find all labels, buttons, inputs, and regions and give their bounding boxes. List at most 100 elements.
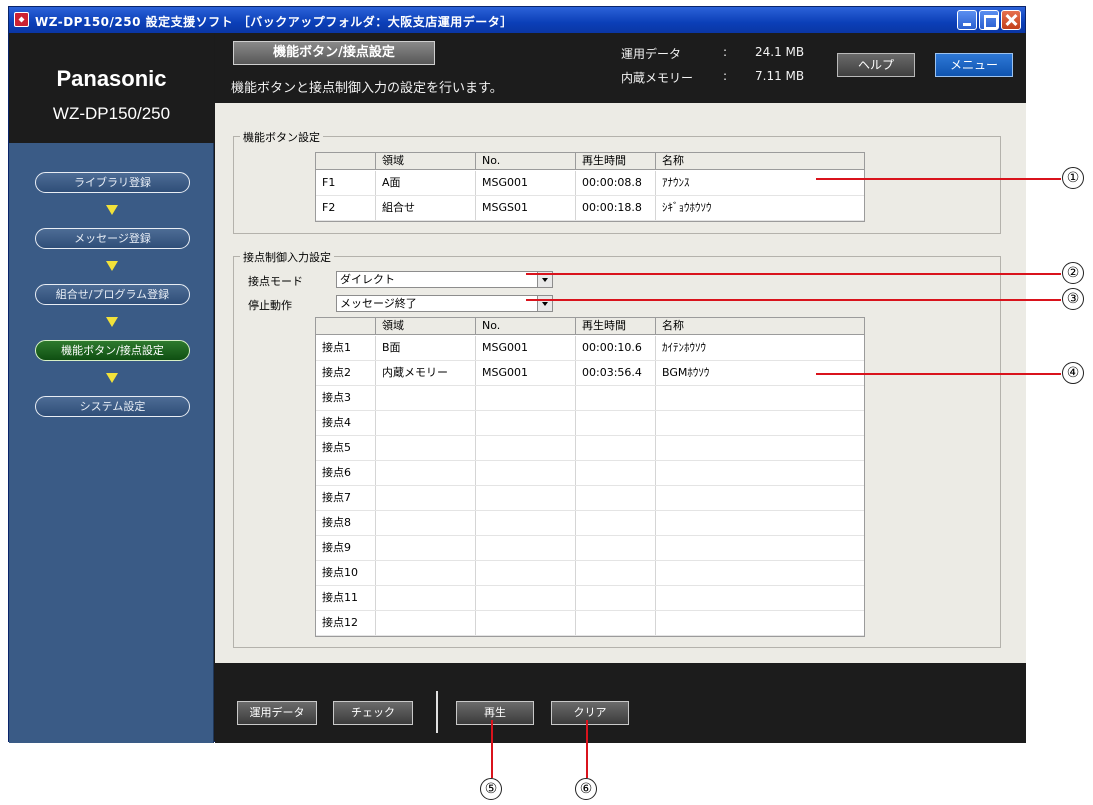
table-cell[interactable]: MSG001 — [476, 336, 576, 360]
close-button[interactable] — [1001, 10, 1021, 30]
table-cell[interactable] — [476, 511, 576, 535]
table-cell[interactable]: F1 — [316, 171, 376, 195]
table-cell[interactable]: 組合せ — [376, 196, 476, 220]
table-cell[interactable]: 接点10 — [316, 561, 376, 585]
table-cell[interactable] — [376, 486, 476, 510]
sidebar-item-program[interactable]: 組合せ/プログラム登録 — [35, 284, 190, 305]
table-cell[interactable]: 00:00:08.8 — [576, 171, 656, 195]
table-row[interactable]: F2 組合せ MSGS01 00:00:18.8 ｼｷﾞｮｳﾎｳｿｳ — [316, 196, 864, 221]
sidebar-item-library[interactable]: ライブラリ登録 — [35, 172, 190, 193]
stop-action-select[interactable]: メッセージ終了 — [336, 295, 553, 312]
table-cell[interactable] — [656, 461, 864, 485]
table-cell[interactable] — [476, 486, 576, 510]
table-cell[interactable]: 00:03:56.4 — [576, 361, 656, 385]
table-cell[interactable] — [376, 436, 476, 460]
play-button[interactable]: 再生 — [456, 701, 534, 725]
table-cell[interactable] — [376, 511, 476, 535]
table-cell[interactable] — [476, 386, 576, 410]
table-cell[interactable] — [476, 461, 576, 485]
table-cell[interactable]: 接点4 — [316, 411, 376, 435]
contact-mode-select[interactable]: ダイレクト — [336, 271, 553, 288]
table-cell[interactable] — [476, 411, 576, 435]
table-cell[interactable] — [576, 411, 656, 435]
table-cell[interactable] — [576, 586, 656, 610]
table-cell[interactable] — [576, 386, 656, 410]
table-cell[interactable] — [476, 536, 576, 560]
table-cell[interactable]: 接点5 — [316, 436, 376, 460]
table-cell[interactable] — [476, 436, 576, 460]
table-cell[interactable]: 接点9 — [316, 536, 376, 560]
sidebar-item-message[interactable]: メッセージ登録 — [35, 228, 190, 249]
table-cell[interactable] — [376, 561, 476, 585]
table-row[interactable]: 接点8 — [316, 511, 864, 536]
table-cell[interactable]: 接点11 — [316, 586, 376, 610]
table-cell[interactable] — [656, 436, 864, 460]
table-cell[interactable] — [656, 511, 864, 535]
table-cell[interactable] — [576, 536, 656, 560]
table-cell[interactable] — [576, 436, 656, 460]
table-row[interactable]: 接点4 — [316, 411, 864, 436]
table-cell[interactable] — [656, 536, 864, 560]
table-cell[interactable] — [376, 536, 476, 560]
check-button[interactable]: チェック — [333, 701, 413, 725]
table-row[interactable]: F1 A面 MSG001 00:00:08.8 ｱﾅｳﾝｽ — [316, 171, 864, 196]
menu-button[interactable]: メニュー — [935, 53, 1013, 77]
table-row[interactable]: 接点11 — [316, 586, 864, 611]
table-row[interactable]: 接点2 内蔵メモリー MSG001 00:03:56.4 BGMﾎｳｿｳ — [316, 361, 864, 386]
table-row[interactable]: 接点10 — [316, 561, 864, 586]
table-cell[interactable]: 内蔵メモリー — [376, 361, 476, 385]
table-cell[interactable] — [656, 561, 864, 585]
table-row[interactable]: 接点7 — [316, 486, 864, 511]
table-cell[interactable]: B面 — [376, 336, 476, 360]
table-cell[interactable]: ｱﾅｳﾝｽ — [656, 171, 864, 195]
table-cell[interactable]: 接点6 — [316, 461, 376, 485]
table-cell[interactable]: A面 — [376, 171, 476, 195]
table-cell[interactable]: 00:00:10.6 — [576, 336, 656, 360]
table-cell[interactable] — [376, 586, 476, 610]
table-cell[interactable] — [656, 411, 864, 435]
table-cell[interactable]: 接点1 — [316, 336, 376, 360]
table-cell[interactable] — [576, 486, 656, 510]
table-cell[interactable]: 接点2 — [316, 361, 376, 385]
table-row[interactable]: 接点1 B面 MSG001 00:00:10.6 ｶｲﾃﾝﾎｳｿｳ — [316, 336, 864, 361]
table-row[interactable]: 接点3 — [316, 386, 864, 411]
table-cell[interactable]: MSG001 — [476, 361, 576, 385]
table-cell[interactable]: 接点8 — [316, 511, 376, 535]
table-row[interactable]: 接点12 — [316, 611, 864, 636]
table-row[interactable]: 接点5 — [316, 436, 864, 461]
maximize-button[interactable] — [979, 10, 999, 30]
table-cell[interactable]: F2 — [316, 196, 376, 220]
table-cell[interactable] — [656, 611, 864, 635]
table-cell[interactable] — [476, 611, 576, 635]
help-button[interactable]: ヘルプ — [837, 53, 915, 77]
table-cell[interactable]: MSG001 — [476, 171, 576, 195]
sidebar-item-function-contact[interactable]: 機能ボタン/接点設定 — [35, 340, 190, 361]
table-row[interactable]: 接点9 — [316, 536, 864, 561]
table-cell[interactable] — [376, 386, 476, 410]
operation-data-button[interactable]: 運用データ — [237, 701, 317, 725]
sidebar-item-system[interactable]: システム設定 — [35, 396, 190, 417]
table-cell[interactable] — [476, 586, 576, 610]
table-cell[interactable]: 接点3 — [316, 386, 376, 410]
table-cell[interactable]: 接点12 — [316, 611, 376, 635]
table-cell[interactable] — [376, 461, 476, 485]
table-cell[interactable]: 接点7 — [316, 486, 376, 510]
table-cell[interactable]: MSGS01 — [476, 196, 576, 220]
table-cell[interactable]: 00:00:18.8 — [576, 196, 656, 220]
table-cell[interactable]: ｶｲﾃﾝﾎｳｿｳ — [656, 336, 864, 360]
table-cell[interactable]: ｼｷﾞｮｳﾎｳｿｳ — [656, 196, 864, 220]
minimize-button[interactable] — [957, 10, 977, 30]
table-cell[interactable] — [576, 461, 656, 485]
table-cell[interactable] — [576, 511, 656, 535]
table-cell[interactable] — [376, 611, 476, 635]
table-row[interactable]: 接点6 — [316, 461, 864, 486]
table-cell[interactable] — [376, 411, 476, 435]
table-cell[interactable] — [576, 611, 656, 635]
table-cell[interactable] — [656, 386, 864, 410]
table-cell[interactable] — [476, 561, 576, 585]
title-bar[interactable]: WZ-DP150/250 設定支援ソフト ［バックアップフォルダ：大阪支店運用デ… — [9, 7, 1025, 33]
table-cell[interactable] — [576, 561, 656, 585]
clear-button[interactable]: クリア — [551, 701, 629, 725]
table-cell[interactable] — [656, 586, 864, 610]
table-cell[interactable] — [656, 486, 864, 510]
